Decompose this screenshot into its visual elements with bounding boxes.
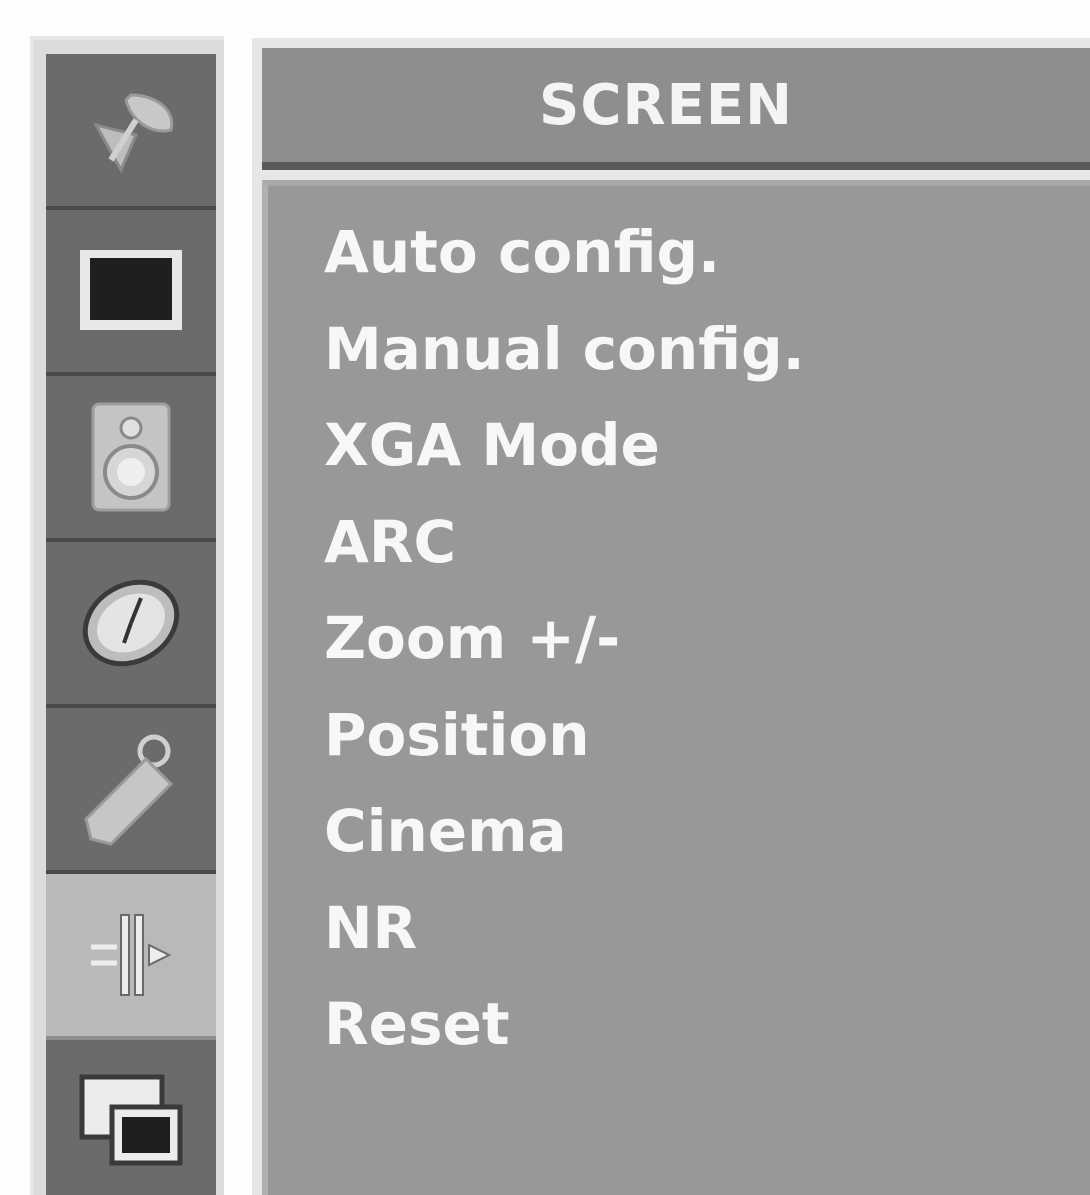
satellite-dish-icon	[76, 75, 186, 185]
osd-menu-screen: SCREEN Auto config. Manual config. XGA M…	[0, 0, 1090, 1195]
pip-icon	[76, 1071, 186, 1171]
screen-adjust-icon	[81, 905, 181, 1005]
menu-item-list: Auto config. Manual config. XGA Mode ARC…	[324, 204, 805, 1073]
sidebar-item-sound[interactable]	[46, 376, 216, 542]
speaker-icon	[89, 400, 173, 514]
sidebar-item-time[interactable]	[46, 542, 216, 708]
menu-item-cinema[interactable]: Cinema	[324, 783, 805, 880]
menu-header: SCREEN	[262, 48, 1090, 170]
sidebar-item-picture[interactable]	[46, 210, 216, 376]
sidebar-item-special[interactable]	[46, 708, 216, 874]
screen-menu-panel: SCREEN Auto config. Manual config. XGA M…	[252, 38, 1090, 1195]
menu-category-sidebar	[30, 36, 224, 1195]
clock-icon	[76, 573, 186, 673]
menu-item-reset[interactable]: Reset	[324, 976, 805, 1073]
menu-title: SCREEN	[539, 72, 793, 138]
picture-icon	[76, 246, 186, 336]
sidebar-item-channel[interactable]	[46, 54, 216, 210]
menu-body: Auto config. Manual config. XGA Mode ARC…	[262, 180, 1090, 1195]
menu-item-arc[interactable]: ARC	[324, 494, 805, 591]
menu-item-manual-config[interactable]: Manual config.	[324, 301, 805, 398]
sidebar-item-pip[interactable]	[46, 1040, 216, 1195]
sidebar-item-screen[interactable]	[46, 874, 216, 1040]
menu-item-zoom[interactable]: Zoom +/-	[324, 590, 805, 687]
menu-item-position[interactable]: Position	[324, 687, 805, 784]
key-tag-icon	[76, 729, 186, 849]
menu-item-xga-mode[interactable]: XGA Mode	[324, 397, 805, 494]
menu-item-nr[interactable]: NR	[324, 880, 805, 977]
menu-item-auto-config[interactable]: Auto config.	[324, 204, 805, 301]
